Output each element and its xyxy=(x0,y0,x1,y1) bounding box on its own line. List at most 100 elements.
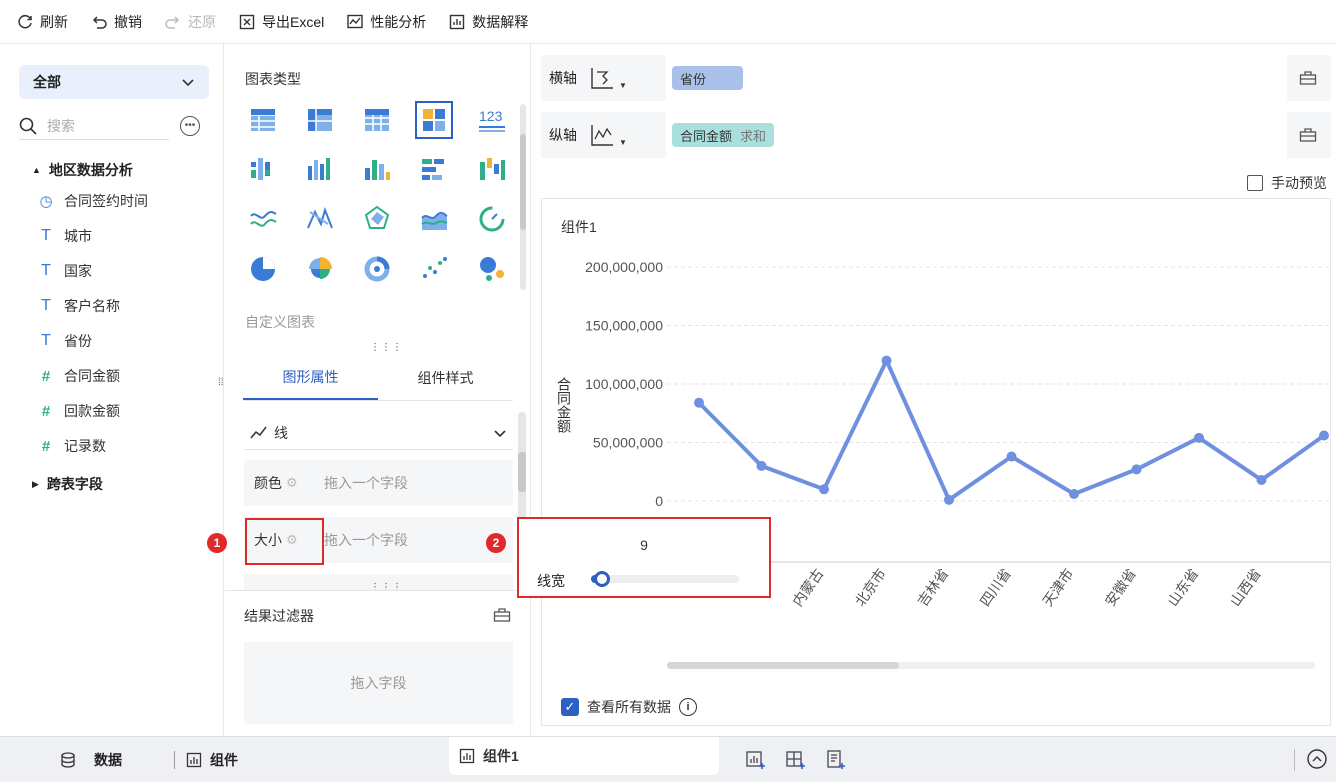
series-line xyxy=(697,358,1326,502)
detail-table-icon[interactable] xyxy=(358,101,396,139)
chart-type-scrollbar[interactable] xyxy=(520,104,526,290)
horizontal-bar-icon[interactable] xyxy=(415,150,453,188)
field-item[interactable]: # 回款金额 xyxy=(38,400,120,422)
line-width-popup: 9 线宽 xyxy=(517,517,771,598)
radar-line-icon[interactable] xyxy=(301,200,339,238)
x-axis-type-button[interactable]: ▼ xyxy=(589,55,662,101)
text-icon: T xyxy=(41,227,51,244)
settings-gear-icon[interactable]: ⚙ xyxy=(286,475,298,491)
view-all-label: 查看所有数据 xyxy=(587,699,671,715)
pie-chart-icon[interactable] xyxy=(244,250,282,288)
add-component-icon[interactable] xyxy=(745,749,767,771)
collapse-up-icon[interactable] xyxy=(1306,748,1328,770)
y-tick-label: 200,000,000 xyxy=(585,259,663,275)
field-item[interactable]: ◷ 合同签约时间 xyxy=(38,190,148,212)
data-point xyxy=(1069,488,1079,499)
bubble-chart-icon[interactable] xyxy=(473,250,511,288)
splitter-handle-icon[interactable]: ⋮⋮⋮ xyxy=(370,582,403,593)
field-item[interactable]: # 合同金额 xyxy=(38,365,120,387)
custom-chart-label[interactable]: 自定义图表 xyxy=(245,312,315,332)
field-item[interactable]: T 国家 xyxy=(38,260,92,282)
divider xyxy=(174,751,175,769)
tab-graph-properties[interactable]: 图形属性 xyxy=(243,356,378,400)
axis-settings-icon[interactable] xyxy=(1299,127,1317,143)
line-width-slider[interactable] xyxy=(591,571,739,587)
field-item[interactable]: T 客户名称 xyxy=(38,295,120,317)
color-drop-zone[interactable]: 拖入一个字段 xyxy=(324,473,408,493)
table-select[interactable]: 全部 xyxy=(19,65,209,99)
more-options-icon[interactable]: ••• xyxy=(180,116,200,136)
splitter-handle-icon[interactable]: ⋮⋮⋮ xyxy=(370,342,403,353)
y-axis-type-button[interactable]: ▼ xyxy=(589,112,662,158)
data-explain-button[interactable]: 数据解释 xyxy=(448,0,528,44)
undo-label: 撤销 xyxy=(114,13,142,30)
gauge-icon[interactable] xyxy=(473,200,511,238)
tab-component-style[interactable]: 组件样式 xyxy=(378,356,513,400)
group-region-analysis[interactable]: ▲ 地区数据分析 xyxy=(32,160,133,180)
table-icon[interactable] xyxy=(244,101,282,139)
number-kpi-icon[interactable]: 123 xyxy=(473,101,511,139)
component-tab[interactable]: 组件 xyxy=(186,737,238,783)
axis-type-icon xyxy=(591,125,613,146)
x-axis-drop-zone[interactable]: 省份 xyxy=(666,55,1287,101)
rose-chart-icon[interactable] xyxy=(301,250,339,288)
undo-button[interactable]: 撤销 xyxy=(90,0,142,44)
property-scrollbar[interactable] xyxy=(518,412,526,522)
table-select-value: 全部 xyxy=(33,74,61,90)
group-cross-table[interactable]: ▶ 跨表字段 xyxy=(32,474,103,494)
view-all-data[interactable]: ✓ 查看所有数据 i xyxy=(561,697,697,717)
performance-button[interactable]: 性能分析 xyxy=(346,0,426,44)
add-report-icon[interactable] xyxy=(825,749,847,771)
data-tab[interactable]: 数据 xyxy=(60,737,122,783)
field-item[interactable]: T 省份 xyxy=(38,330,92,352)
y-field-pill[interactable]: 合同金额 求和 xyxy=(672,123,775,147)
y-axis-drop-zone[interactable]: 合同金额 求和 xyxy=(666,112,1287,158)
custom-chart-icon[interactable] xyxy=(415,101,453,139)
field-label: 合同金额 xyxy=(64,368,120,384)
export-excel-button[interactable]: 导出Excel xyxy=(238,0,324,44)
ring-chart-icon[interactable] xyxy=(358,250,396,288)
slider-handle[interactable] xyxy=(593,571,610,587)
stacked-bar-icon[interactable] xyxy=(301,150,339,188)
manual-preview-toggle[interactable]: 手动预览 xyxy=(1247,173,1327,193)
redo-button[interactable]: 还原 xyxy=(164,0,216,44)
chart-scroll-thumb[interactable] xyxy=(667,662,899,669)
refresh-button[interactable]: 刷新 xyxy=(16,0,68,44)
y-field-aggregation[interactable]: 求和 xyxy=(740,126,766,145)
bar-chart-icon[interactable] xyxy=(358,150,396,188)
mark-type-value: 线 xyxy=(274,424,288,441)
manual-preview-checkbox[interactable] xyxy=(1247,175,1263,191)
chart-component: 组件1 200,000,000 150,000,000 100,000,000 50,… xyxy=(541,198,1331,726)
filter-drop-zone[interactable]: 拖入字段 xyxy=(244,642,513,724)
view-all-checkbox[interactable]: ✓ xyxy=(561,698,579,716)
field-item[interactable]: T 城市 xyxy=(38,225,92,247)
scatter-icon[interactable] xyxy=(415,250,453,288)
radar-area-icon[interactable] xyxy=(358,200,396,238)
field-search[interactable]: 搜索 xyxy=(19,112,169,140)
x-tick-label: 天津市 xyxy=(1039,566,1076,610)
grouped-bar-icon[interactable] xyxy=(244,150,282,188)
x-tick-label: 内蒙古 xyxy=(789,566,826,610)
x-field-name: 省份 xyxy=(680,71,707,87)
line-chart[interactable]: 200,000,000 150,000,000 100,000,000 50,000,… xyxy=(542,199,1330,679)
area-chart-icon[interactable] xyxy=(415,200,453,238)
filter-settings-icon[interactable] xyxy=(493,607,511,623)
field-item[interactable]: # 记录数 xyxy=(38,435,106,457)
search-input[interactable]: 搜索 xyxy=(47,116,75,136)
axis-settings-icon[interactable] xyxy=(1299,70,1317,86)
x-field-pill[interactable]: 省份 xyxy=(672,66,743,90)
y-field-name: 合同金额 xyxy=(680,128,733,144)
waterfall-icon[interactable] xyxy=(473,150,511,188)
y-tick-label: 100,000,000 xyxy=(585,376,663,392)
size-drop-zone[interactable]: 拖入一个字段 xyxy=(324,530,408,550)
undo-icon xyxy=(92,15,107,29)
add-table-icon[interactable] xyxy=(785,749,807,771)
chart-horizontal-scrollbar[interactable] xyxy=(667,662,1315,669)
tab-component1[interactable]: 组件1 xyxy=(449,737,719,775)
x-tick-label: 安徽省 xyxy=(1102,566,1139,610)
mark-type-select[interactable]: 线 xyxy=(244,416,513,450)
cross-table-icon[interactable] xyxy=(301,101,339,139)
info-icon[interactable]: i xyxy=(679,698,697,716)
color-property-row[interactable]: 颜色 ⚙ 拖入一个字段 xyxy=(244,460,513,506)
line-multi-icon[interactable] xyxy=(244,200,282,238)
